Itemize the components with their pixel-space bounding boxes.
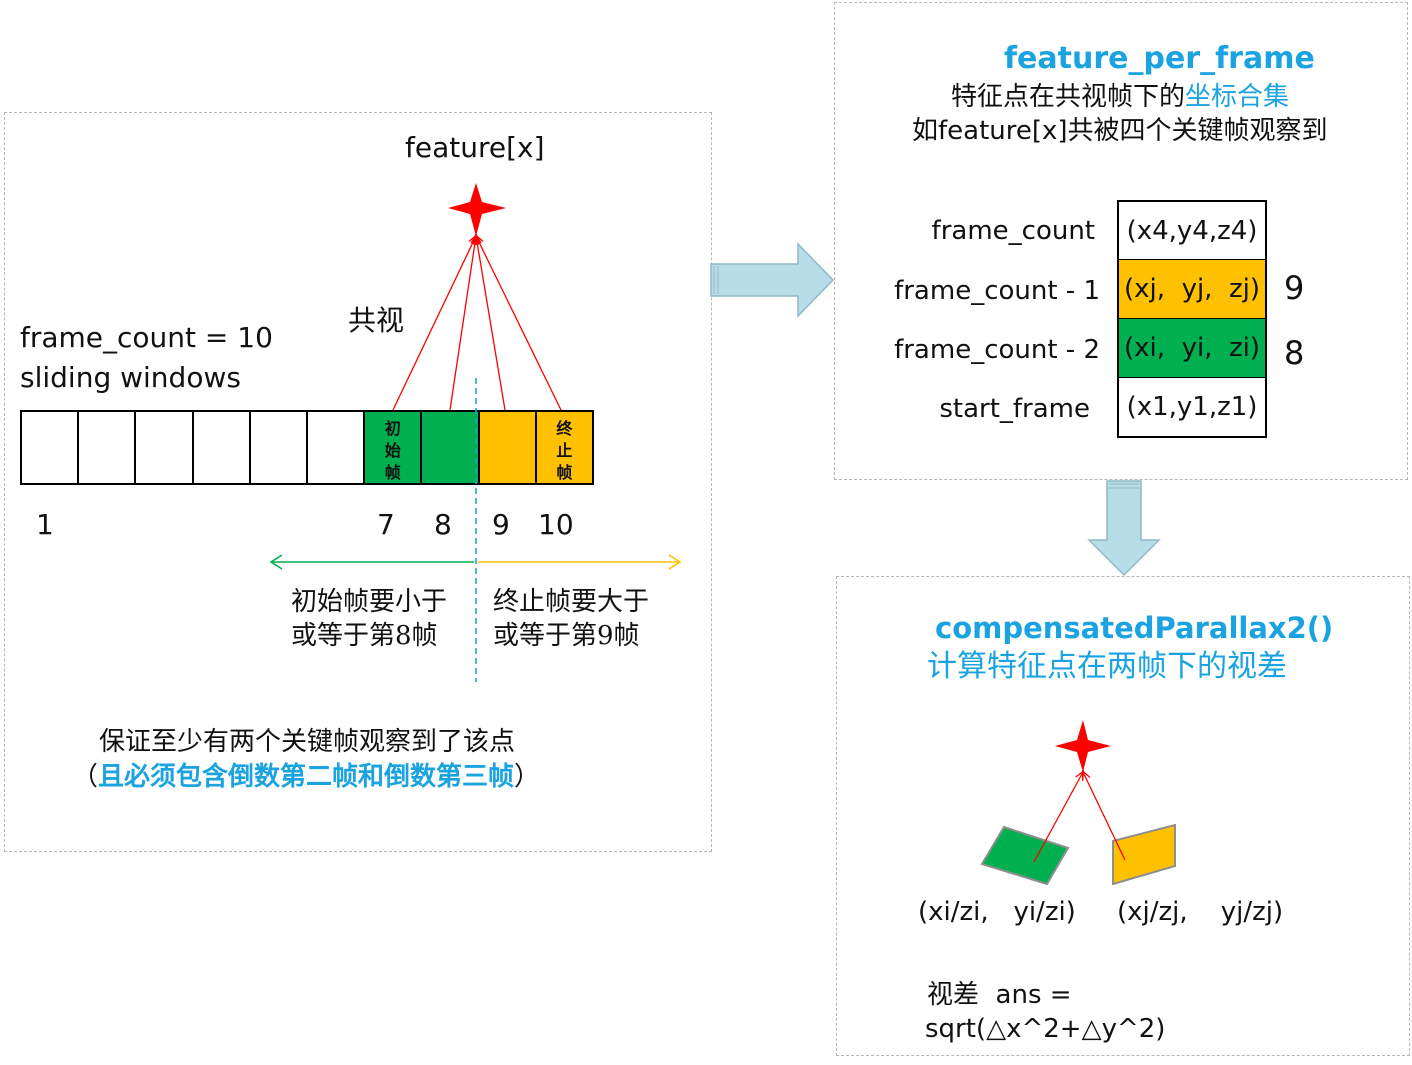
cell-label-char: 始 <box>384 441 401 460</box>
window-cell-9 <box>477 410 537 485</box>
window-cell-4 <box>191 410 251 485</box>
right-arrow-icon <box>710 242 835 318</box>
table-row-label: frame_count - 1 <box>894 276 1100 306</box>
guarantee-close-paren: ） <box>514 762 541 792</box>
start-frame-rule-line1: 初始帧要小于 <box>291 587 448 617</box>
table-row-frame-index: 8 <box>1284 334 1305 372</box>
table-row-value: (x1,y1,z1) <box>1117 378 1267 438</box>
observation-description: 如feature[x]共被四个关键帧观察到 <box>912 116 1328 146</box>
feature-label: feature[x] <box>405 131 545 164</box>
window-cell-5 <box>248 410 308 485</box>
covisibility-label: 共视 <box>348 304 405 337</box>
frame-count-text: frame_count = 10 <box>20 321 273 354</box>
cell-label-char: 终 <box>556 419 573 438</box>
table-row-value: (xi, yi, zi) <box>1117 319 1267 379</box>
window-cell-3 <box>134 410 194 485</box>
guarantee-line1: 保证至少有两个关键帧观察到了该点 <box>99 727 516 757</box>
guarantee-line2: （且必须包含倒数第二帧和倒数第三帧） <box>72 764 540 790</box>
table-row-label: start_frame <box>939 394 1090 424</box>
cell-label-char: 初 <box>384 419 401 438</box>
window-cell-10: 终止帧 <box>534 410 594 485</box>
window-cell-2 <box>77 410 137 485</box>
guarantee-highlight: 且必须包含倒数第二帧和倒数第三帧 <box>98 762 515 792</box>
cell-label-char: 止 <box>556 441 573 460</box>
parallax-formula-line1: 视差 ans = <box>927 980 1072 1010</box>
cell-label-char: 帧 <box>556 463 573 482</box>
parallax-formula-line2: sqrt(△x^2+△y^2) <box>925 1014 1166 1044</box>
compensated-parallax-subtitle: 计算特征点在两帧下的视差 <box>927 649 1287 684</box>
down-arrow-icon <box>1087 480 1161 577</box>
guarantee-open-paren: （ <box>72 762 99 792</box>
frame-number-9: 9 <box>492 508 510 541</box>
table-row-label: frame_count - 2 <box>894 335 1100 365</box>
bottom-right-panel <box>836 576 1410 1056</box>
end-frame-rule-line1: 终止帧要大于 <box>493 587 650 617</box>
frame-number-1: 1 <box>36 508 54 541</box>
sliding-windows-text: sliding windows <box>20 361 241 394</box>
coord-left-label: (xi/zi, yi/zi) <box>918 897 1076 927</box>
table-row-frame-index: 9 <box>1284 269 1305 307</box>
coordinate-set-description: 特征点在共视帧下的坐标合集 <box>951 84 1289 110</box>
start-frame-rule-line2: 或等于第8帧 <box>291 621 438 651</box>
frame-number-7: 7 <box>377 508 395 541</box>
compensated-parallax-title: compensatedParallax2() <box>935 611 1334 645</box>
window-cell-8 <box>420 410 480 485</box>
window-cell-1 <box>20 410 80 485</box>
window-cell-7: 初始帧 <box>363 410 423 485</box>
description-black-part: 特征点在共视帧下的 <box>951 82 1186 112</box>
table-row-value: (xj, yj, zj) <box>1117 260 1267 320</box>
feature-per-frame-title: feature_per_frame <box>1004 41 1315 76</box>
coord-right-label: (xj/zj, yj/zj) <box>1117 897 1284 927</box>
window-cell-label: 终止帧 <box>537 418 592 484</box>
window-cell-6 <box>306 410 366 485</box>
end-frame-rule-line2: 或等于第9帧 <box>493 621 640 651</box>
frame-number-8: 8 <box>434 508 452 541</box>
cell-label-char: 帧 <box>384 463 401 482</box>
window-cell-label: 初始帧 <box>365 418 420 484</box>
frame-number-10: 10 <box>538 508 574 541</box>
description-blue-part: 坐标合集 <box>1185 82 1290 112</box>
table-row-value: (x4,y4,z4) <box>1117 200 1267 261</box>
table-row-label: frame_count <box>931 216 1095 246</box>
